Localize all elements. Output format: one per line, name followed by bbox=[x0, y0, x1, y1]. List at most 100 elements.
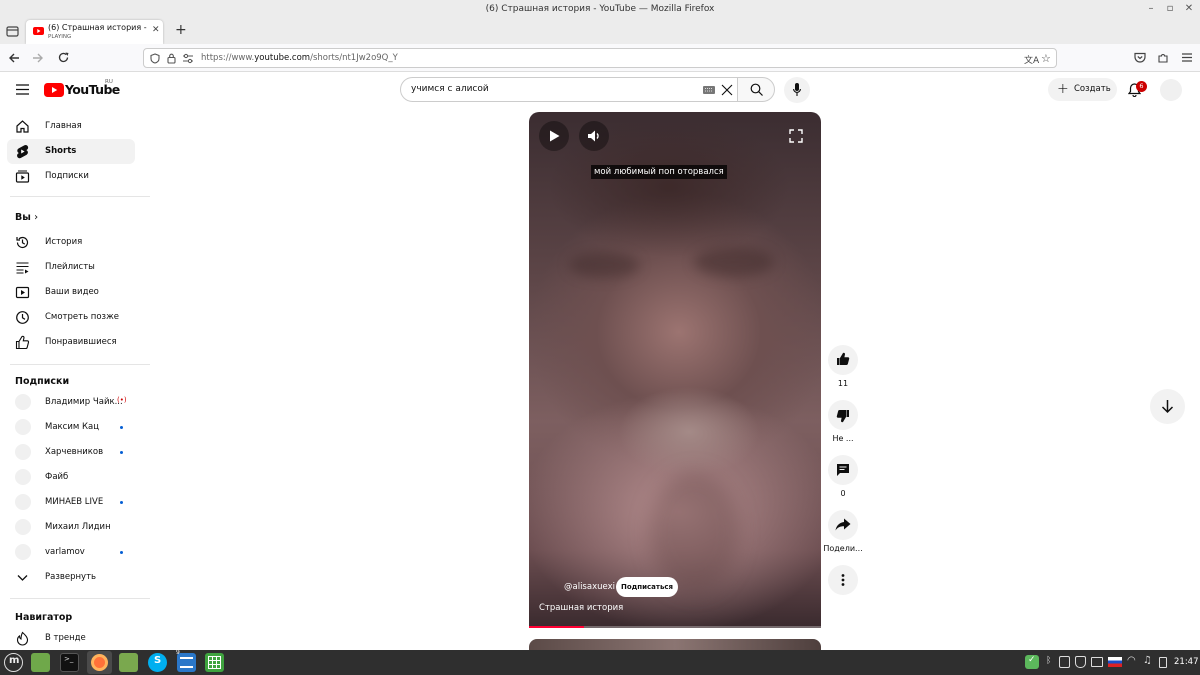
update-manager-icon[interactable]: ✓ bbox=[1025, 655, 1039, 669]
maximize-icon[interactable]: ▫ bbox=[1163, 2, 1177, 16]
show-desktop-icon[interactable] bbox=[31, 653, 50, 672]
sidebar-item-watch-later[interactable]: Смотреть позже bbox=[7, 305, 135, 330]
home-icon bbox=[16, 120, 29, 133]
keyboard-layout-flag-icon[interactable] bbox=[1108, 657, 1122, 667]
terminal-icon[interactable]: >_ bbox=[60, 653, 79, 672]
channel-avatar bbox=[15, 544, 31, 560]
battery-icon[interactable] bbox=[1159, 657, 1167, 668]
sidebar-item-subscriptions[interactable]: Подписки bbox=[7, 164, 135, 189]
new-content-dot bbox=[120, 501, 123, 504]
sidebar-sub-channel[interactable]: МИНАЕВ LIVE bbox=[7, 490, 135, 515]
sound-icon[interactable]: ♫ bbox=[1143, 655, 1152, 666]
fullscreen-icon[interactable] bbox=[789, 129, 803, 143]
permissions-icon[interactable] bbox=[182, 53, 194, 64]
avatar[interactable] bbox=[1160, 79, 1182, 101]
calc-icon[interactable] bbox=[205, 653, 224, 672]
volume-button[interactable] bbox=[579, 121, 609, 151]
liked-icon bbox=[15, 335, 30, 350]
watch-later-icon bbox=[16, 311, 29, 324]
sidebar-item-history[interactable]: История bbox=[7, 230, 135, 255]
progress-bar[interactable] bbox=[529, 626, 821, 628]
like-button[interactable] bbox=[828, 345, 858, 375]
translate-icon[interactable]: 文A bbox=[1024, 53, 1039, 66]
new-tab-icon[interactable]: + bbox=[175, 22, 187, 38]
sidebar-item-trending[interactable]: В тренде bbox=[7, 626, 135, 650]
search-button[interactable] bbox=[737, 77, 775, 102]
region-label: RU bbox=[105, 79, 113, 85]
url-prefix: https://www. bbox=[201, 53, 255, 63]
chevron-right-icon: › bbox=[34, 212, 39, 223]
sidebar-sub-channel[interactable]: varlamov bbox=[7, 540, 135, 565]
new-content-dot bbox=[120, 551, 123, 554]
skype-icon[interactable]: S bbox=[148, 653, 167, 672]
bluetooth-icon[interactable]: ᛒ bbox=[1046, 656, 1051, 666]
hamburger-icon[interactable] bbox=[16, 84, 29, 95]
sidebar-item-label: varlamov bbox=[45, 547, 85, 557]
channel-avatar[interactable] bbox=[539, 578, 558, 597]
close-window-icon[interactable]: ✕ bbox=[1182, 2, 1196, 16]
clear-search-icon[interactable] bbox=[721, 84, 733, 96]
shorts-icon bbox=[17, 144, 29, 159]
sidebar-item-playlists[interactable]: Плейлисты bbox=[7, 255, 135, 280]
sidebar-item-home[interactable]: Главная bbox=[7, 114, 135, 139]
files-icon[interactable] bbox=[119, 653, 138, 672]
channel-name[interactable]: @alisaxuexi bbox=[564, 582, 615, 592]
video-title[interactable]: Страшная история bbox=[539, 603, 623, 613]
play-button[interactable] bbox=[539, 121, 569, 151]
pocket-icon[interactable] bbox=[1134, 52, 1146, 63]
clipboard-icon[interactable] bbox=[1059, 656, 1070, 668]
next-short-button[interactable] bbox=[1150, 389, 1185, 424]
create-button[interactable]: + Создать bbox=[1048, 78, 1117, 101]
keyboard-icon[interactable] bbox=[703, 86, 715, 94]
share-button[interactable] bbox=[828, 510, 858, 540]
sidebar-sub-channel[interactable]: Максим Кац bbox=[7, 415, 135, 440]
comments-button[interactable] bbox=[828, 455, 858, 485]
clock[interactable]: 21:47 bbox=[1174, 657, 1199, 667]
trending-icon bbox=[16, 631, 29, 646]
extensions-icon[interactable] bbox=[1157, 52, 1169, 64]
reload-icon[interactable] bbox=[57, 51, 70, 64]
shield-tray-icon[interactable] bbox=[1075, 656, 1086, 668]
url-path: /shorts/nt1Jw2o9Q_Y bbox=[310, 53, 398, 63]
sidebar-expand[interactable]: Развернуть bbox=[7, 565, 135, 590]
subscribe-button[interactable]: Подписаться bbox=[616, 577, 678, 597]
dislike-button[interactable] bbox=[828, 400, 858, 430]
taskbar: m >_ S 9 ✓ ᛒ ◠ ♫ 21:47 bbox=[0, 649, 1200, 675]
mint-menu-icon[interactable]: m bbox=[4, 653, 23, 672]
shorts-video-player[interactable] bbox=[529, 112, 821, 628]
firefox-taskbar-item[interactable] bbox=[87, 651, 112, 674]
back-icon[interactable] bbox=[8, 52, 20, 64]
close-tab-icon[interactable]: ✕ bbox=[152, 25, 160, 35]
notification-badge: 6 bbox=[1136, 81, 1147, 92]
shield-icon[interactable] bbox=[150, 53, 160, 64]
channel-avatar bbox=[15, 419, 31, 435]
url-text[interactable]: https://www.youtube.com/shorts/nt1Jw2o9Q… bbox=[201, 53, 398, 63]
printer-icon[interactable] bbox=[1091, 657, 1103, 667]
url-bar[interactable]: https://www.youtube.com/shorts/nt1Jw2o9Q… bbox=[143, 48, 1057, 68]
menu-icon[interactable] bbox=[1181, 52, 1193, 63]
share-label: Подели... bbox=[823, 544, 863, 553]
lock-icon[interactable] bbox=[167, 53, 176, 64]
browser-tab[interactable]: (6) Страшная история - YouTube PLAYING ✕ bbox=[26, 20, 163, 44]
sidebar-sub-channel[interactable]: Харчевников bbox=[7, 440, 135, 465]
forward-icon[interactable] bbox=[32, 52, 44, 64]
sidebar-item-shorts[interactable]: Shorts bbox=[7, 139, 135, 164]
more-button[interactable] bbox=[828, 565, 858, 595]
tab-list-icon[interactable] bbox=[6, 25, 19, 37]
you-heading[interactable]: Вы › bbox=[15, 212, 38, 223]
voice-search-button[interactable] bbox=[784, 77, 810, 103]
sidebar-sub-channel[interactable]: Михаил Лидин bbox=[7, 515, 135, 540]
microphone-icon bbox=[793, 83, 801, 97]
bookmark-star-icon[interactable]: ☆ bbox=[1041, 52, 1051, 65]
search-input[interactable]: учимся с алисой bbox=[400, 77, 738, 102]
sidebar-item-label: МИНАЕВ LIVE bbox=[45, 497, 104, 507]
sidebar-sub-channel[interactable]: Файб bbox=[7, 465, 135, 490]
sidebar: Главная Shorts Подписки Вы › История Пле… bbox=[0, 108, 160, 650]
sidebar-sub-channel[interactable]: Владимир Чайк... (•) bbox=[7, 390, 135, 415]
sidebar-item-liked[interactable]: Понравившиеся bbox=[7, 330, 135, 355]
wifi-icon[interactable]: ◠ bbox=[1127, 655, 1136, 666]
dislike-label: Не ... bbox=[832, 434, 854, 443]
sidebar-item-your-videos[interactable]: Ваши видео bbox=[7, 280, 135, 305]
minimize-icon[interactable]: – bbox=[1144, 2, 1158, 16]
volume-icon bbox=[588, 130, 599, 142]
